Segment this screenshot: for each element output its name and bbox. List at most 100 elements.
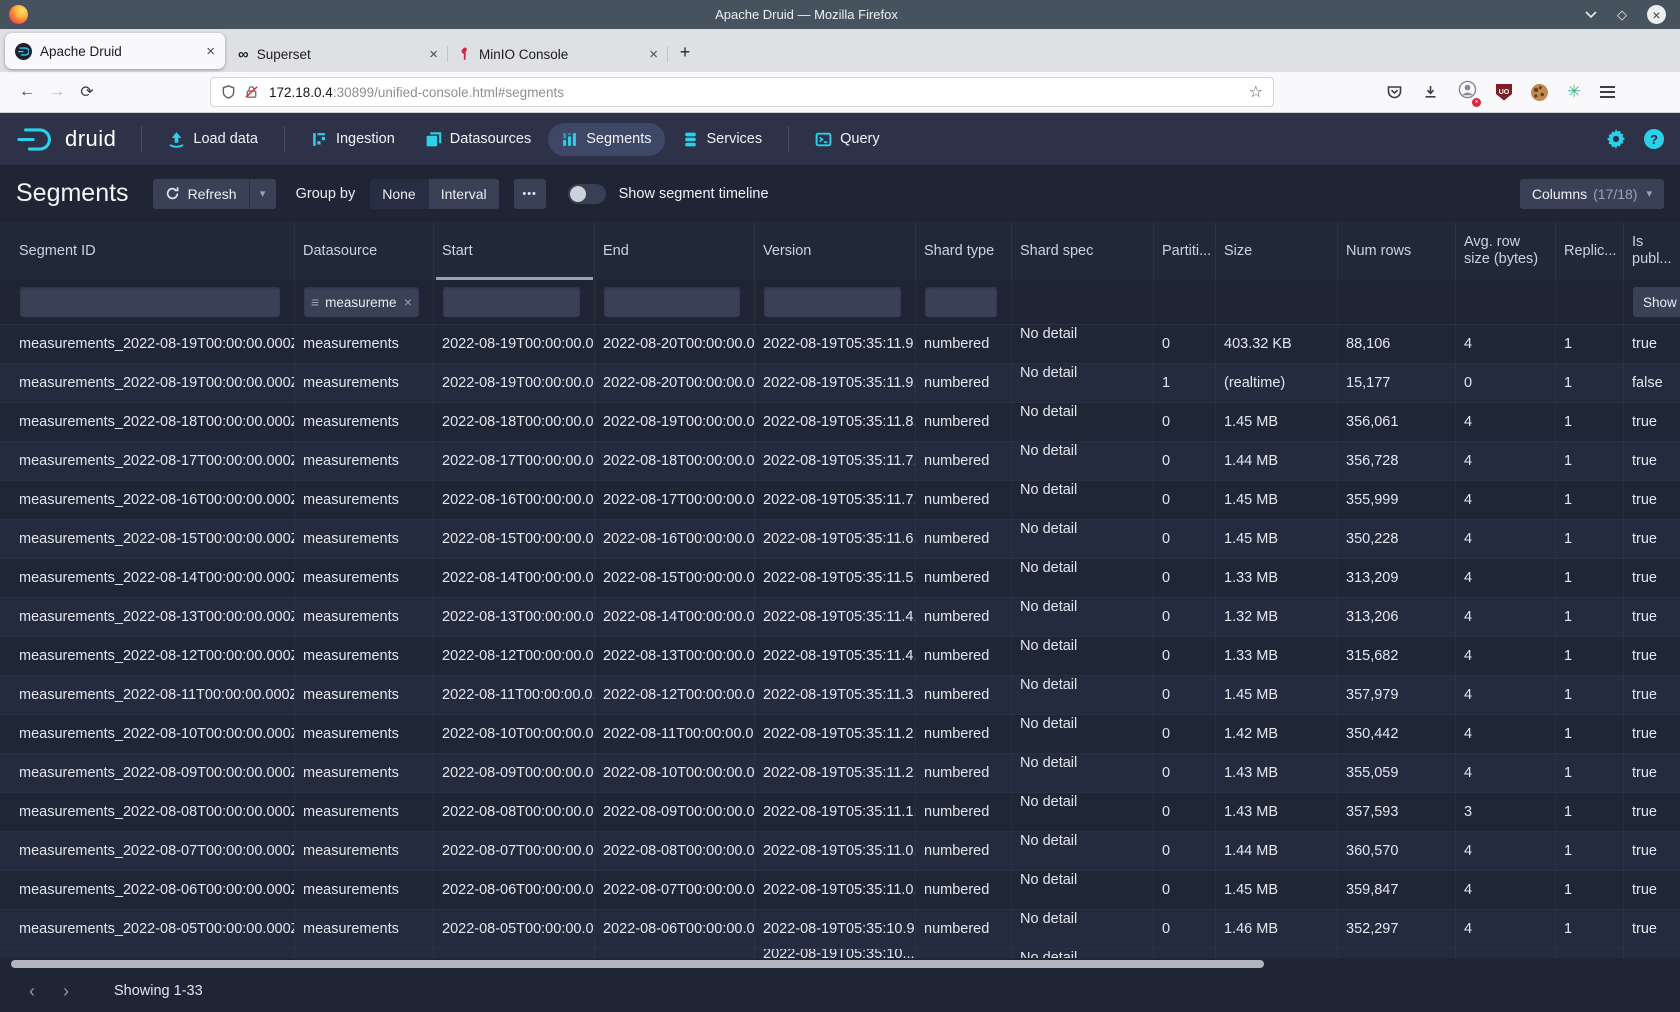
column-header-shard-spec[interactable]: Shard spec: [1012, 222, 1154, 280]
columns-label: Columns: [1532, 186, 1587, 202]
cell-datasource: measurements: [295, 754, 434, 792]
cell-is-published: false: [1624, 364, 1680, 402]
previous-page-button[interactable]: ‹: [22, 981, 42, 1002]
download-icon[interactable]: [1422, 84, 1439, 100]
table-row[interactable]: measurements_2022-08-17T00:00:00.000Z...…: [0, 441, 1680, 480]
cell-replication: 1: [1556, 520, 1624, 558]
refresh-caret-button[interactable]: ▾: [249, 179, 276, 209]
column-header-replication[interactable]: Replic...: [1556, 222, 1624, 280]
filter-input-shard-type[interactable]: [925, 287, 997, 317]
cell-partition: 0: [1154, 871, 1216, 909]
cell-avg-row-size: 4: [1456, 598, 1556, 636]
table-row[interactable]: measurements_2022-08-19T00:00:00.000Z...…: [0, 324, 1680, 363]
cell-start: 2022-08-19T00:00:00.0...: [434, 325, 595, 363]
ublock-origin-icon[interactable]: UO: [1496, 84, 1512, 101]
table-row[interactable]: measurements_2022-08-14T00:00:00.000Z...…: [0, 558, 1680, 597]
refresh-button[interactable]: Refresh: [153, 179, 249, 209]
table-row[interactable]: measurements_2022-08-15T00:00:00.000Z...…: [0, 519, 1680, 558]
column-header-start[interactable]: Start: [434, 222, 595, 280]
insecure-lock-icon[interactable]: [244, 84, 259, 100]
reload-button[interactable]: ⟳: [72, 82, 102, 102]
tab-strip: Apache Druid × ∞ Superset × MinIO Consol…: [0, 29, 1680, 72]
column-header-datasource[interactable]: Datasource: [295, 222, 434, 280]
gear-icon[interactable]: [1606, 129, 1626, 149]
filter-input-version[interactable]: [764, 287, 901, 317]
bookmark-star-icon[interactable]: ☆: [1249, 82, 1263, 102]
column-header-end[interactable]: End: [595, 222, 755, 280]
cell-shard-spec: No detail: [1012, 949, 1154, 958]
url-bar[interactable]: 172.18.0.4 :30899/unified-console.html#s…: [210, 77, 1274, 107]
table-row[interactable]: measurements_2022-08-16T00:00:00.000Z...…: [0, 480, 1680, 519]
column-header-num-rows[interactable]: Num rows: [1338, 222, 1456, 280]
group-by-interval-button[interactable]: Interval: [428, 179, 499, 209]
more-options-button[interactable]: •••: [514, 179, 546, 209]
table-row[interactable]: measurements_2022-08-05T00:00:00.000Z...…: [0, 909, 1680, 948]
help-icon[interactable]: ?: [1644, 129, 1664, 149]
group-by-none-button[interactable]: None: [370, 179, 427, 209]
horizontal-scrollbar-thumb[interactable]: [11, 960, 1264, 968]
nav-item-load-data[interactable]: Load data: [155, 123, 271, 156]
back-button[interactable]: ←: [12, 83, 42, 101]
table-row[interactable]: measurements_2022-08-13T00:00:00.000Z...…: [0, 597, 1680, 636]
is-published-filter-button[interactable]: Show: [1633, 287, 1680, 317]
account-icon[interactable]: ×: [1458, 80, 1477, 104]
cell-is-published: true: [1624, 832, 1680, 870]
table-row[interactable]: measurements_2022-08-19T00:00:00.000Z...…: [0, 363, 1680, 402]
table-row[interactable]: measurements_2022-08-11T00:00:00.000Z...…: [0, 675, 1680, 714]
table-row[interactable]: measurements_2022-08-12T00:00:00.000Z...…: [0, 636, 1680, 675]
cell-num-rows: 360,570: [1338, 832, 1456, 870]
filter-input-datasource[interactable]: ≡ measureme ×: [304, 287, 419, 317]
nav-item-services[interactable]: Services: [669, 123, 776, 156]
tab-close-icon[interactable]: ×: [429, 46, 438, 63]
next-page-button[interactable]: ›: [56, 981, 76, 1002]
nav-item-segments[interactable]: Segments: [548, 123, 664, 156]
extension-asterisk-icon[interactable]: ✳: [1567, 82, 1581, 102]
cell-num-rows: 350,228: [1338, 520, 1456, 558]
column-header-is-published[interactable]: Is publ...: [1624, 222, 1680, 280]
new-tab-button[interactable]: +: [668, 34, 702, 70]
table-row[interactable]: measurements_2022-08-07T00:00:00.000Z...…: [0, 831, 1680, 870]
table-row[interactable]: measurements_2022-08-10T00:00:00.000Z...…: [0, 714, 1680, 753]
maximize-icon[interactable]: ◇: [1617, 8, 1627, 21]
table-row[interactable]: measurements_2022-08-06T00:00:00.000Z...…: [0, 870, 1680, 909]
druid-logo[interactable]: druid: [16, 126, 116, 153]
cell-shard-spec: No detail: [1012, 403, 1154, 441]
tab-minio-console[interactable]: MinIO Console ×: [448, 36, 668, 72]
filter-clear-icon[interactable]: ×: [404, 294, 412, 310]
column-header-segment-id[interactable]: Segment ID: [11, 222, 295, 280]
menu-icon[interactable]: [1600, 86, 1615, 98]
forward-button[interactable]: →: [42, 83, 72, 101]
columns-button[interactable]: Columns (17/18) ▾: [1520, 179, 1664, 209]
table-row[interactable]: measurements_2022-08-18T00:00:00.000Z...…: [0, 402, 1680, 441]
cell-segment-id: measurements_2022-08-12T00:00:00.000Z...: [11, 637, 295, 675]
window-close-button[interactable]: ×: [1647, 5, 1666, 24]
nav-item-datasources[interactable]: Datasources: [412, 123, 544, 156]
tab-superset[interactable]: ∞ Superset ×: [228, 36, 448, 72]
cookie-extension-icon[interactable]: [1531, 84, 1548, 101]
cell-shard-type: numbered: [916, 481, 1012, 519]
tab-apache-druid[interactable]: Apache Druid ×: [5, 33, 225, 69]
column-header-size[interactable]: Size: [1216, 222, 1338, 280]
minimize-icon[interactable]: [1585, 11, 1597, 19]
column-header-avg-row-size[interactable]: Avg. row size (bytes): [1456, 222, 1556, 280]
filter-input-end[interactable]: [604, 287, 740, 317]
nav-item-ingestion[interactable]: Ingestion: [298, 123, 408, 156]
cell-version: 2022-08-19T05:35:11.5...: [755, 559, 916, 597]
table-row-partial[interactable]: 2022-08-19T05:35:10... No detail: [0, 948, 1680, 958]
column-header-shard-type[interactable]: Shard type: [916, 222, 1012, 280]
table-row[interactable]: measurements_2022-08-09T00:00:00.000Z...…: [0, 753, 1680, 792]
cell-segment-id: measurements_2022-08-17T00:00:00.000Z...: [11, 442, 295, 480]
cell-avg-row-size: 4: [1456, 325, 1556, 363]
filter-input-start[interactable]: [443, 287, 580, 317]
pocket-icon[interactable]: [1386, 84, 1403, 100]
cell-size: 1.33 MB: [1216, 637, 1338, 675]
filter-input-segment-id[interactable]: [20, 287, 280, 317]
nav-item-query[interactable]: Query: [802, 123, 893, 156]
tab-close-icon[interactable]: ×: [649, 46, 658, 63]
column-header-version[interactable]: Version: [755, 222, 916, 280]
table-row[interactable]: measurements_2022-08-08T00:00:00.000Z...…: [0, 792, 1680, 831]
segment-timeline-toggle[interactable]: [568, 184, 606, 204]
column-header-partition[interactable]: Partiti...: [1154, 222, 1216, 280]
shield-icon[interactable]: [221, 84, 236, 100]
tab-close-icon[interactable]: ×: [206, 43, 215, 60]
